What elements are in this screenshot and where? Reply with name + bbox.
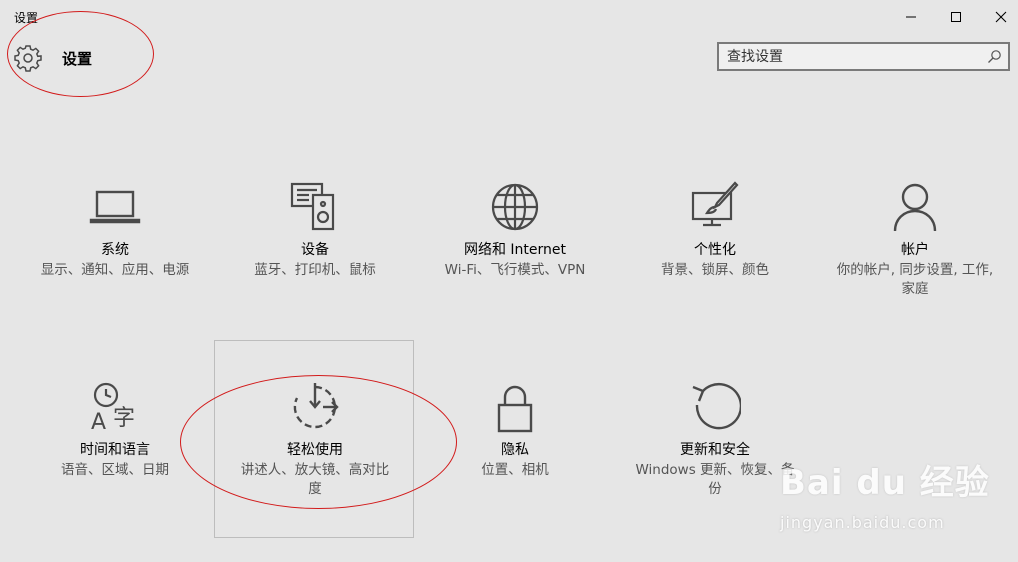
globe-icon — [491, 183, 539, 231]
page-title: 设置 — [62, 50, 93, 68]
personalization-icon — [691, 181, 739, 227]
gear-icon — [14, 45, 42, 72]
refresh-icon — [692, 382, 741, 430]
tile-description: 语音、区域、日期 — [61, 462, 169, 478]
tile-name: 轻松使用 — [287, 442, 343, 458]
watermark-logo: Bai du 经验 — [780, 463, 990, 503]
search-box[interactable] — [717, 42, 1010, 71]
tile-description: Windows 更新、恢复、备份 — [635, 462, 795, 497]
ease-of-access-icon — [293, 383, 339, 429]
tile-name: 帐户 — [901, 242, 929, 258]
tile-privacy[interactable]: 隐私 位置、相机 — [414, 340, 614, 538]
svg-text:A: A — [91, 410, 106, 433]
maximize-button[interactable] — [936, 6, 976, 28]
tile-description: 背景、锁屏、颜色 — [661, 262, 769, 278]
tile-description: 显示、通知、应用、电源 — [40, 262, 190, 278]
minimize-button[interactable] — [891, 6, 931, 28]
settings-header: 设置 — [0, 34, 1018, 84]
tile-description: 你的帐户, 同步设置, 工作, 家庭 — [836, 262, 994, 297]
search-input[interactable] — [727, 47, 977, 66]
lock-icon — [497, 385, 533, 433]
tile-name: 隐私 — [501, 442, 529, 458]
title-bar: 设置 — [0, 0, 1018, 34]
laptop-icon — [89, 190, 141, 224]
watermark-url: jingyan.baidu.com — [780, 513, 945, 532]
tile-description: 讲述人、放大镜、高对比度 — [240, 462, 390, 497]
maximize-icon — [951, 12, 961, 22]
tile-ease-of-access[interactable]: 轻松使用 讲述人、放大镜、高对比度 — [214, 340, 414, 538]
tile-time-language[interactable]: A 字 时间和语言 语音、区域、日期 — [14, 340, 214, 538]
close-button[interactable] — [981, 6, 1018, 28]
tile-network[interactable]: 网络和 Internet Wi-Fi、飞行模式、VPN — [414, 140, 614, 338]
tile-name: 个性化 — [694, 242, 736, 258]
minimize-icon — [906, 16, 916, 18]
close-icon — [995, 11, 1007, 23]
tile-devices[interactable]: 设备 蓝牙、打印机、鼠标 — [214, 140, 414, 338]
window-title: 设置 — [14, 11, 39, 25]
person-icon — [893, 183, 937, 232]
tile-name: 系统 — [101, 242, 129, 258]
tile-description: 位置、相机 — [481, 462, 549, 478]
time-language-icon: A 字 — [91, 382, 135, 433]
tile-description: 蓝牙、打印机、鼠标 — [254, 262, 376, 278]
search-icon[interactable] — [987, 49, 1002, 64]
tile-personalization[interactable]: 个性化 背景、锁屏、颜色 — [614, 140, 814, 338]
tile-accounts[interactable]: 帐户 你的帐户, 同步设置, 工作, 家庭 — [814, 140, 1014, 338]
tile-description: Wi-Fi、飞行模式、VPN — [444, 262, 586, 278]
svg-text:字: 字 — [113, 406, 135, 431]
devices-icon — [290, 182, 335, 231]
tile-name: 设备 — [301, 242, 329, 258]
tile-system[interactable]: 系统 显示、通知、应用、电源 — [14, 140, 214, 338]
tile-name: 网络和 Internet — [463, 242, 567, 258]
baidu-watermark: Bai du 经验 jingyan.baidu.com — [780, 455, 1010, 540]
tile-name: 时间和语言 — [80, 442, 150, 458]
